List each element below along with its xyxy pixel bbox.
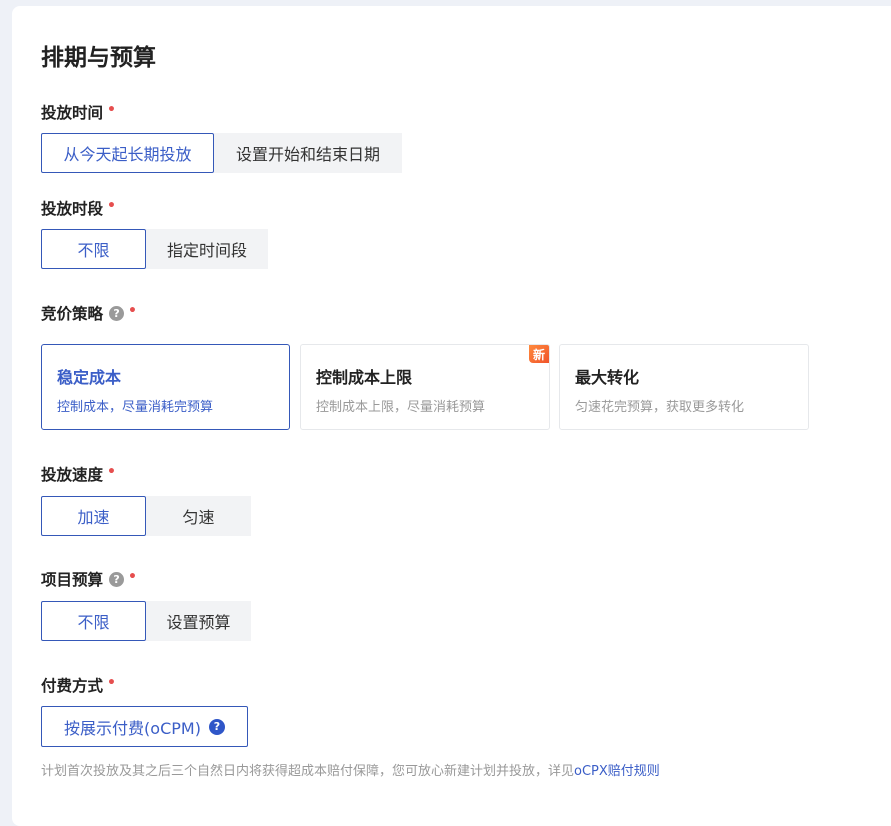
payment-note: 计划首次投放及其之后三个自然日内将获得超成本赔付保障，您可放心新建计划并投放，详… (41, 764, 660, 779)
schedule-option-long-term[interactable]: 从今天起长期投放 (41, 133, 214, 173)
required-mark: • (107, 102, 116, 118)
ocpx-compensation-link[interactable]: oCPX赔付规则 (574, 764, 660, 779)
budget-label: 项目预算 ? • (41, 569, 137, 589)
strategy-card-stable-cost[interactable]: 稳定成本 控制成本，尽量消耗完预算 (41, 344, 290, 430)
strategy-title: 最大转化 (575, 368, 640, 387)
speed-label: 投放速度 • (41, 464, 116, 484)
budget-option-unlimited[interactable]: 不限 (41, 601, 146, 641)
time-slot-option-unlimited[interactable]: 不限 (41, 229, 146, 269)
payment-button-label: 按展示付费(oCPM) (64, 718, 201, 738)
required-mark: • (128, 303, 137, 319)
strategy-card-max-conversion[interactable]: 最大转化 匀速花完预算，获取更多转化 (559, 344, 809, 430)
strategy-desc: 控制成本上限，尽量消耗预算 (316, 400, 486, 415)
strategy-card-cost-cap[interactable]: 新 控制成本上限 控制成本上限，尽量消耗预算 (300, 344, 550, 430)
speed-option-accelerated[interactable]: 加速 (41, 496, 146, 536)
time-slot-option-specific[interactable]: 指定时间段 (146, 229, 268, 269)
budget-segmented: 不限 设置预算 (41, 601, 251, 641)
strategy-title: 稳定成本 (57, 368, 122, 387)
new-badge: 新 (529, 345, 549, 363)
payment-ocpm-button[interactable]: 按展示付费(oCPM) ? (41, 706, 248, 747)
speed-segmented: 加速 匀速 (41, 496, 251, 536)
required-mark: • (107, 464, 116, 480)
speed-option-even[interactable]: 匀速 (146, 496, 251, 536)
time-slot-label: 投放时段 • (41, 198, 116, 218)
schedule-label: 投放时间 • (41, 102, 116, 122)
schedule-segmented: 从今天起长期投放 设置开始和结束日期 (41, 133, 402, 173)
schedule-option-date-range[interactable]: 设置开始和结束日期 (214, 133, 402, 173)
required-mark: • (107, 675, 116, 691)
required-mark: • (107, 198, 116, 214)
help-icon[interactable]: ? (109, 571, 125, 587)
help-icon[interactable]: ? (109, 305, 125, 321)
strategy-desc: 控制成本，尽量消耗完预算 (57, 400, 214, 415)
budget-option-set-budget[interactable]: 设置预算 (146, 601, 251, 641)
bid-strategy-label: 竞价策略 ? • (41, 303, 137, 323)
section-title: 排期与预算 (41, 45, 156, 71)
strategy-desc: 匀速花完预算，获取更多转化 (575, 400, 745, 415)
help-icon[interactable]: ? (208, 718, 225, 735)
payment-label: 付费方式 • (41, 675, 116, 695)
required-mark: • (128, 569, 137, 585)
strategy-title: 控制成本上限 (316, 368, 413, 387)
time-slot-segmented: 不限 指定时间段 (41, 229, 268, 269)
